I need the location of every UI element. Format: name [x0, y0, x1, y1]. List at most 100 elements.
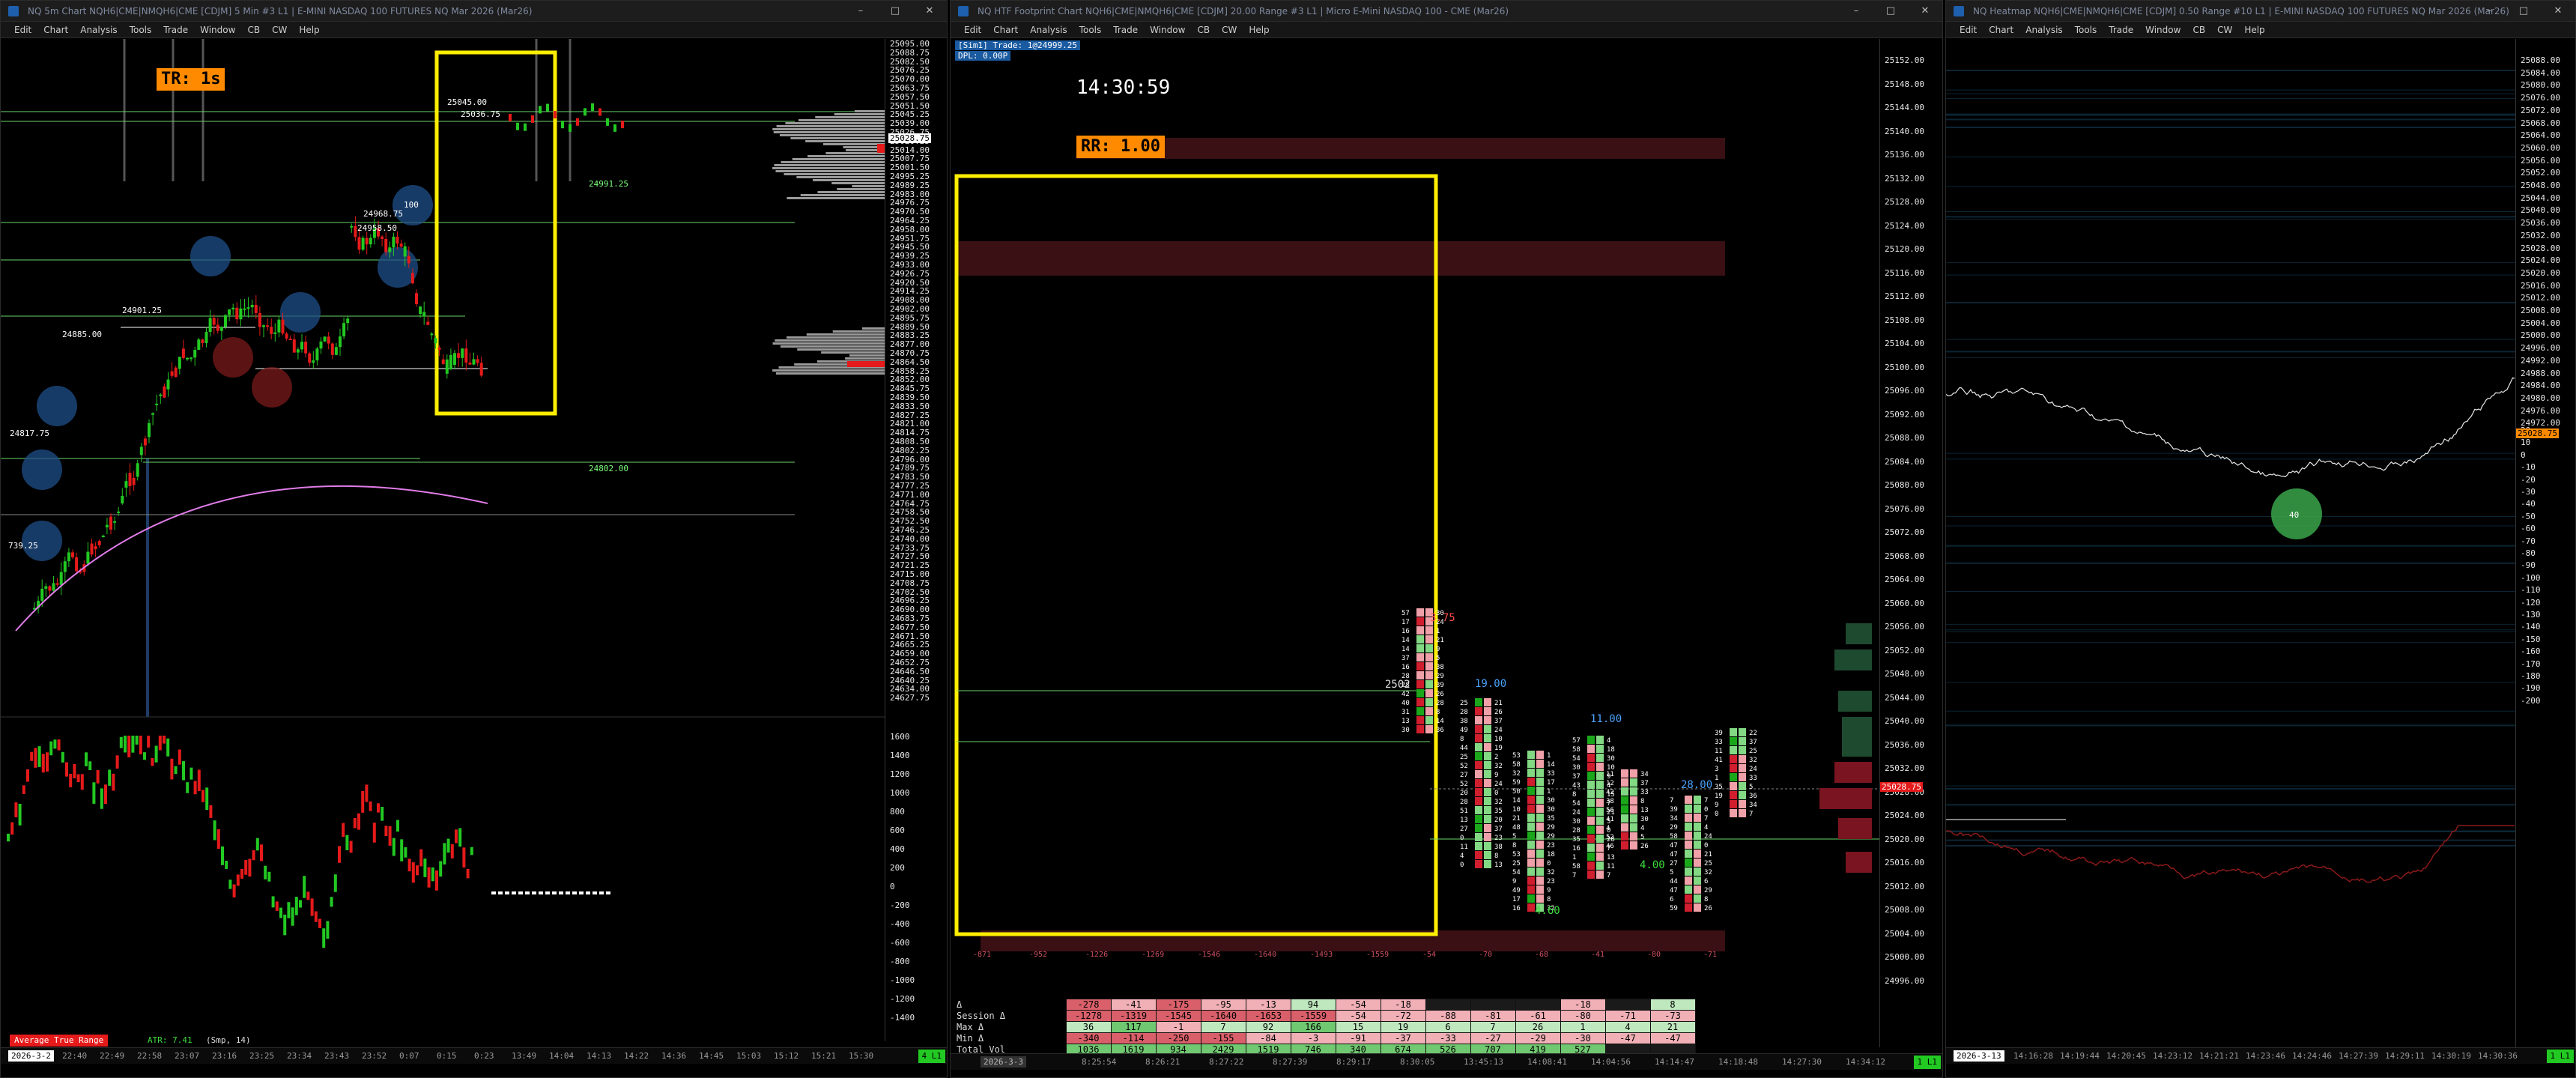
menu-help[interactable]: Help — [2238, 22, 2270, 38]
candle-chart-window[interactable]: NQ 5m Chart NQH6|CME|NMQH6|CME [CDJM] 5 … — [0, 0, 948, 1078]
atr-candle — [216, 829, 220, 850]
footprint-number: 29 — [1547, 824, 1555, 832]
menu-edit[interactable]: Edit — [8, 22, 37, 38]
close-button[interactable]: ✕ — [1908, 1, 1942, 22]
stats-cell: -18 — [1380, 999, 1426, 1011]
atr-candle — [174, 766, 178, 775]
time-axis[interactable]: 2026-3-13 14:16:28 14:19:44 14:20:45 14:23:… — [1946, 1047, 2575, 1064]
title-bar[interactable]: NQ Heatmap NQH6|CME|NMQH6|CME [CDJM] 0.5… — [1946, 1, 2575, 22]
stats-cell: 8 — [1649, 999, 1696, 1011]
menu-window[interactable]: Window — [194, 22, 241, 38]
menu-analysis[interactable]: Analysis — [74, 22, 123, 38]
menu-window[interactable]: Window — [1144, 22, 1191, 38]
time-axis[interactable]: 2026-3-3 8:25:54 8:26:21 8:27:22 8:27:39 8:2… — [951, 1053, 1942, 1070]
menu-chart[interactable]: Chart — [1983, 22, 2019, 38]
footprint-cell — [1694, 850, 1701, 858]
menu-cw[interactable]: CW — [2211, 22, 2238, 38]
close-button[interactable]: ✕ — [2541, 1, 2575, 22]
title-bar[interactable]: NQ HTF Footprint Chart NQH6|CME|NMQH6|CM… — [951, 1, 1942, 22]
atr-tick: -1400 — [890, 1013, 915, 1023]
menu-help[interactable]: Help — [293, 22, 325, 38]
candle-body — [52, 583, 55, 591]
volume-profile-bar — [847, 361, 885, 367]
atr-candle — [10, 822, 14, 835]
footprint-cell — [1596, 781, 1604, 789]
connection-badge[interactable]: 1 L1 — [2546, 1050, 2574, 1063]
price-axis[interactable]: 25095.00 25088.75 25082.50 25076.25 25070.00… — [885, 39, 947, 1041]
atr-params: (Smp, 14) — [206, 1035, 251, 1045]
footprint-number: 38 — [1606, 798, 1614, 805]
menu-analysis[interactable]: Analysis — [2019, 22, 2068, 38]
menu-cb[interactable]: CB — [241, 22, 266, 38]
footprint-number: 13 — [1460, 817, 1468, 824]
close-button[interactable]: ✕ — [912, 1, 947, 22]
menu-edit[interactable]: Edit — [958, 22, 987, 38]
heatmap-canvas[interactable]: 40 — [1946, 39, 2515, 1047]
heatmap-window[interactable]: NQ Heatmap NQH6|CME|NMQH6|CME [CDJM] 0.5… — [1945, 0, 2576, 1078]
footprint-cell — [1536, 751, 1544, 759]
atr-tick: 400 — [890, 844, 905, 854]
connection-badge[interactable]: 1 L1 — [1913, 1056, 1941, 1069]
price-tick: 25048.00 — [2521, 181, 2560, 190]
atr-candle — [46, 752, 49, 772]
menu-trade[interactable]: Trade — [2103, 22, 2139, 38]
menu-cw[interactable]: CW — [1216, 22, 1243, 38]
footprint-number: 13 — [1401, 718, 1410, 725]
footprint-chart-window[interactable]: NQ HTF Footprint Chart NQH6|CME|NMQH6|CM… — [950, 0, 1943, 1078]
menu-edit[interactable]: Edit — [1954, 22, 1983, 38]
stats-cell: -88 — [1425, 1010, 1471, 1022]
maximize-button[interactable]: □ — [2506, 1, 2541, 22]
footprint-cell — [1475, 851, 1482, 859]
volume-profile-bar — [1842, 717, 1872, 738]
maximize-button[interactable]: □ — [878, 1, 912, 22]
menu-trade[interactable]: Trade — [1107, 22, 1144, 38]
connection-badge[interactable]: 4 L1 — [918, 1050, 945, 1063]
volume-profile-bar — [775, 339, 885, 342]
menu-window[interactable]: Window — [2139, 22, 2186, 38]
menu-chart[interactable]: Chart — [987, 22, 1024, 38]
menu-tools[interactable]: Tools — [1073, 22, 1108, 38]
menu-cw[interactable]: CW — [266, 22, 293, 38]
menu-tools[interactable]: Tools — [124, 22, 158, 38]
atr-candle — [201, 790, 204, 802]
time-tick: 14:19:44 — [2060, 1051, 2100, 1061]
menu-chart[interactable]: Chart — [37, 22, 74, 38]
footprint-number: 5 — [1749, 784, 1753, 791]
price-chart-canvas[interactable]: 25045.00 25036.75 24968.75 24958.50 24901.25… — [1, 39, 885, 1041]
minimize-button[interactable]: – — [2472, 1, 2506, 22]
footprint-cell — [1527, 814, 1535, 822]
menu-tools[interactable]: Tools — [2069, 22, 2103, 38]
time-axis[interactable]: 2026-3-2 22:40 22:49 22:58 23:07 23:16 23:25 2… — [1, 1047, 947, 1064]
footprint-cell — [1587, 853, 1595, 861]
menu-analysis[interactable]: Analysis — [1024, 22, 1073, 38]
menu-cb[interactable]: CB — [1191, 22, 1216, 38]
footprint-number: 0 — [1460, 862, 1464, 869]
bar-value-label: 4.60 — [1535, 905, 1560, 917]
title-bar[interactable]: NQ 5m Chart NQH6|CME|NMQH6|CME [CDJM] 5 … — [1, 1, 947, 22]
footprint-cell — [1536, 805, 1544, 813]
price-axis[interactable]: 25152.00 25148.00 25144.00 25140.00 25136.00… — [1879, 39, 1942, 1047]
footprint-cell — [1475, 716, 1482, 724]
menu-cb[interactable]: CB — [2186, 22, 2211, 38]
atr-candle — [7, 833, 10, 842]
footprint-cell — [1484, 698, 1491, 706]
candle-body — [350, 225, 354, 228]
atr-candle — [357, 813, 360, 830]
minimize-button[interactable]: – — [1839, 1, 1873, 22]
footprint-number: 32 — [1704, 869, 1712, 876]
price-axis[interactable]: 25088.00 25084.00 25080.00 25076.00 25072.00… — [2515, 39, 2575, 1047]
menu-trade[interactable]: Trade — [157, 22, 194, 38]
footprint-cell — [1475, 725, 1482, 733]
footprint-canvas[interactable]: 57 3017 2416 114 2114 937 516 3828 2928 3942 2640 2… — [951, 39, 1879, 1047]
minimize-button[interactable]: – — [843, 1, 878, 22]
time-tick: 0:23 — [474, 1051, 494, 1061]
footprint-cell — [1536, 814, 1544, 822]
maximize-button[interactable]: □ — [1873, 1, 1908, 22]
menu-help[interactable]: Help — [1243, 22, 1275, 38]
footprint-cell — [1527, 850, 1535, 858]
price-tick: 24992.00 — [2521, 355, 2560, 366]
candle-body — [63, 561, 67, 572]
footprint-cell — [1630, 841, 1637, 850]
candle-body — [422, 312, 426, 317]
footprint-number: 25 — [1460, 700, 1468, 707]
